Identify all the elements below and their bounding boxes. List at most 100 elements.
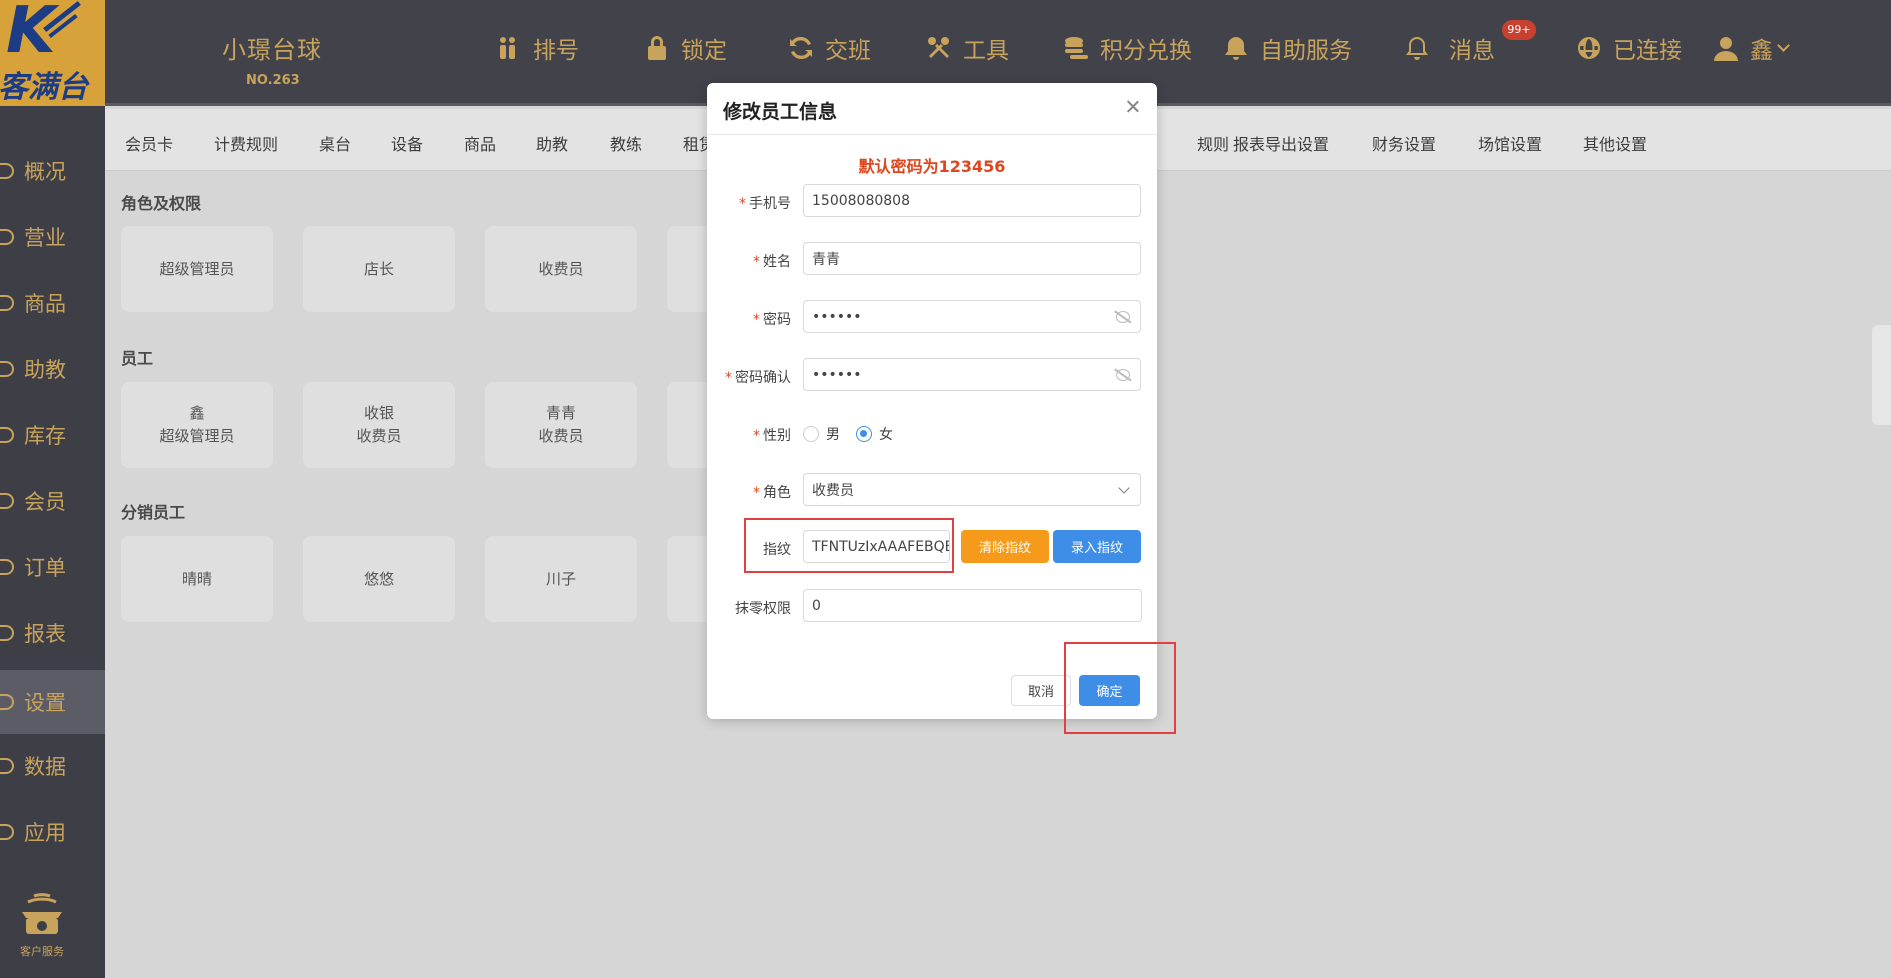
enroll-fingerprint-button[interactable]: 录入指纹 (1053, 530, 1141, 563)
settings-icon (0, 694, 14, 710)
close-icon[interactable] (1123, 97, 1143, 117)
tab-tables[interactable]: 桌台 (319, 131, 351, 155)
sidebar-item-overview[interactable]: 概况 (0, 141, 105, 201)
sidebar-item-goods[interactable]: 商品 (0, 273, 105, 333)
role-select[interactable]: 收费员 (803, 473, 1141, 506)
nav-messages[interactable]: 消息 (1403, 30, 1495, 66)
nav-queue[interactable]: 排号 (495, 30, 579, 66)
gender-female-label[interactable]: 女 (879, 424, 893, 444)
tab-goods[interactable]: 商品 (464, 131, 496, 155)
lock-icon (648, 36, 666, 60)
fingerprint-input[interactable]: TFNTUzIxAAAFEBQE (803, 530, 950, 563)
staff-card[interactable]: 鑫超级管理员 (121, 382, 273, 468)
sidebar-item-data[interactable]: 数据 (0, 736, 105, 796)
tab-member-card[interactable]: 会员卡 (125, 131, 173, 155)
user-icon (1714, 37, 1738, 61)
staff-card[interactable] (667, 382, 707, 468)
gender-male-label[interactable]: 男 (826, 424, 840, 444)
sidebar: 概况 营业 商品 助教 库存 会员 订单 报表 设置 数据 应用 (0, 106, 105, 978)
password-input[interactable]: •••••• (803, 300, 1141, 333)
gender-female-radio[interactable] (856, 426, 872, 442)
staff-card[interactable]: 收银 收费员 (303, 382, 455, 468)
customer-service[interactable]: 客户服务 (0, 890, 84, 959)
inventory-icon (0, 427, 14, 443)
assistant-icon (0, 361, 14, 377)
orders-icon (0, 559, 14, 575)
nav-connection-status[interactable]: 已连接 (1575, 30, 1682, 66)
roles-section-title: 角色及权限 (121, 194, 202, 213)
fingerprint-label: 指纹 (763, 542, 791, 558)
eye-off-icon[interactable] (1116, 369, 1130, 381)
nav-shift-change[interactable]: 交班 (787, 30, 871, 66)
tab-devices[interactable]: 设备 (391, 131, 423, 155)
gender-radio-group: 男 女 (803, 424, 893, 444)
staff-card[interactable]: 青青 收费员 (485, 382, 637, 468)
default-password-note: 默认密码为123456 (858, 157, 1006, 176)
coins-icon (1065, 37, 1088, 59)
bell-service-icon (1225, 37, 1247, 60)
role-card[interactable]: 超级管理员 (121, 226, 273, 312)
nav-lock[interactable]: 锁定 (643, 30, 727, 66)
store-name: 小璟台球 (222, 36, 322, 64)
reports-icon (0, 625, 14, 641)
round-limit-input[interactable]: 0 (803, 589, 1142, 622)
name-row: * 姓名 青青 (707, 242, 1157, 276)
password-confirm-label: 密码确认 (735, 370, 791, 386)
edit-staff-dialog: 修改员工信息 默认密码为123456 * 手机号 15008080808 * 姓名 … (707, 83, 1157, 719)
distribution-staff-card[interactable] (667, 536, 707, 622)
password-row: * 密码 •••••• (707, 300, 1157, 334)
tab-coach[interactable]: 教练 (610, 131, 642, 155)
password-confirm-input[interactable]: •••••• (803, 358, 1141, 391)
user-menu[interactable]: 鑫 (1712, 30, 1790, 66)
sidebar-item-inventory[interactable]: 库存 (0, 405, 105, 465)
password-confirm-row: * 密码确认 •••••• (707, 358, 1157, 392)
shift-change-icon (790, 36, 812, 60)
distribution-staff-card[interactable]: 悠悠 (303, 536, 455, 622)
data-icon (0, 758, 14, 774)
cancel-button[interactable]: 取消 (1011, 675, 1071, 706)
sidebar-item-settings[interactable]: 设置 (0, 670, 105, 734)
tab-other[interactable]: 其他设置 (1583, 131, 1647, 155)
sidebar-item-business[interactable]: 营业 (0, 207, 105, 267)
sidebar-item-reports[interactable]: 报表 (0, 603, 105, 663)
apps-icon (0, 824, 14, 840)
role-card[interactable]: 收费员 (485, 226, 637, 312)
sidebar-item-apps[interactable]: 应用 (0, 802, 105, 862)
tools-icon (928, 37, 949, 58)
confirm-button[interactable]: 确定 (1079, 675, 1140, 706)
tab-finance[interactable]: 财务设置 (1372, 131, 1436, 155)
distribution-staff-card[interactable]: 晴晴 (121, 536, 273, 622)
globe-icon (1578, 37, 1600, 59)
nav-points-exchange[interactable]: 积分兑换 (1062, 30, 1192, 66)
tab-assistant[interactable]: 助教 (536, 131, 568, 155)
tab-report-export[interactable]: 报表导出设置 (1233, 131, 1329, 155)
tab-venue[interactable]: 场馆设置 (1478, 131, 1542, 155)
name-input[interactable]: 青青 (803, 242, 1141, 275)
password-label: 密码 (763, 312, 791, 328)
gender-male-radio[interactable] (803, 426, 819, 442)
sidebar-item-members[interactable]: 会员 (0, 471, 105, 531)
nav-self-service[interactable]: 自助服务 (1222, 30, 1352, 66)
sidebar-item-orders[interactable]: 订单 (0, 537, 105, 597)
telephone-icon (22, 893, 62, 934)
tab-points-rules[interactable]: 积分规则 (1197, 131, 1229, 155)
role-card[interactable]: 店长 (303, 226, 455, 312)
fingerprint-row: 指纹 TFNTUzIxAAAFEBQE 清除指纹 录入指纹 (707, 530, 1157, 564)
app-logo: K 客满台 (0, 0, 105, 106)
business-icon (0, 229, 14, 245)
name-label: 姓名 (763, 254, 791, 270)
tab-billing-rules[interactable]: 计费规则 (214, 131, 278, 155)
sidebar-item-assistant[interactable]: 助教 (0, 339, 105, 399)
distribution-staff-card[interactable]: 川子 (485, 536, 637, 622)
queue-icon (500, 37, 515, 59)
round-limit-row: 抹零权限 0 (707, 589, 1157, 623)
role-card[interactable] (667, 226, 707, 312)
clear-fingerprint-button[interactable]: 清除指纹 (961, 530, 1049, 563)
store-number: NO.263 (246, 73, 300, 88)
message-count-badge: 99+ (1502, 20, 1536, 40)
eye-off-icon[interactable] (1116, 311, 1130, 323)
nav-tools[interactable]: 工具 (925, 30, 1009, 66)
side-drawer-handle[interactable] (1872, 325, 1891, 425)
phone-input[interactable]: 15008080808 (803, 184, 1141, 217)
gender-label: 性别 (763, 428, 791, 444)
